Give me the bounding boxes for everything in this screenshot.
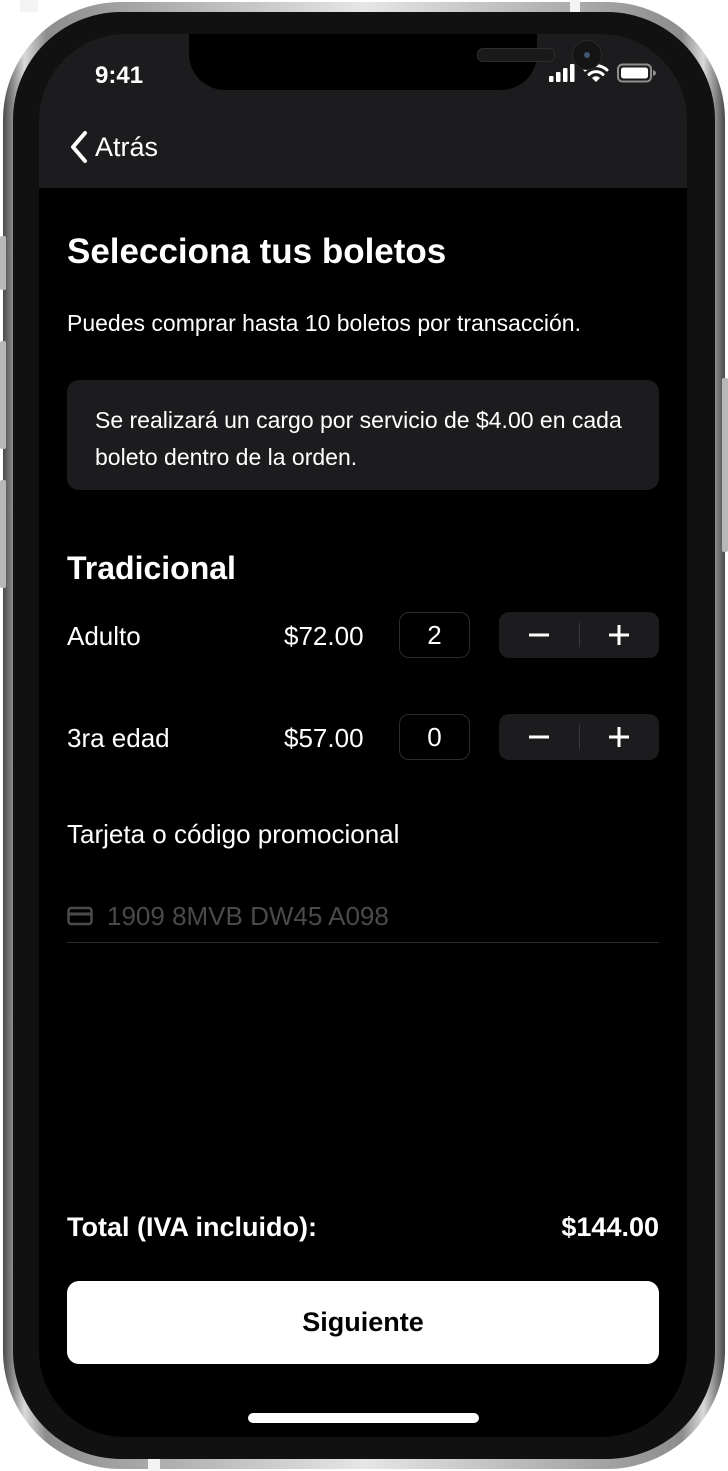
promo-label: Tarjeta o código promocional: [67, 819, 400, 849]
status-time: 9:41: [95, 62, 144, 89]
speaker-grille: [477, 48, 555, 62]
antenna-band: [570, 0, 580, 12]
promo-field: [67, 890, 659, 943]
volume-up-button: [0, 341, 6, 449]
quantity-stepper: [499, 612, 659, 658]
ticket-row-adult: Adulto $72.00 2: [67, 611, 659, 659]
plus-icon: [609, 625, 630, 645]
decrement-button[interactable]: [499, 714, 579, 760]
antenna-band: [148, 1459, 160, 1471]
plus-icon: [609, 727, 630, 747]
next-button[interactable]: Siguiente: [67, 1281, 659, 1364]
ticket-price: $57.00: [284, 723, 364, 753]
ticket-name: 3ra edad: [67, 723, 170, 753]
antenna-band: [20, 0, 38, 12]
battery-icon: [617, 63, 656, 83]
increment-button[interactable]: [580, 612, 660, 658]
front-camera: [572, 40, 602, 70]
status-icons: [549, 63, 657, 83]
increment-button[interactable]: [580, 714, 660, 760]
volume-down-button: [0, 480, 6, 588]
power-button: [722, 378, 728, 552]
back-label: Atrás: [95, 131, 159, 162]
ticket-row-senior: 3ra edad $57.00 0: [67, 713, 659, 761]
total-value: $144.00: [561, 1212, 659, 1242]
section-title: Tradicional: [67, 550, 236, 586]
minus-icon: [528, 633, 549, 637]
ticket-price: $72.00: [284, 621, 364, 651]
quantity-stepper: [499, 714, 659, 760]
notch: [189, 34, 602, 90]
screen: 9:41 Atrás Selecciona tus boletos Puedes…: [39, 34, 687, 1437]
ticket-quantity: 0: [399, 714, 470, 760]
home-indicator: [248, 1413, 479, 1423]
page-title: Selecciona tus boletos: [67, 232, 447, 271]
silent-switch: [0, 236, 6, 290]
promo-code-input[interactable]: [107, 900, 627, 932]
decrement-button[interactable]: [499, 612, 579, 658]
cellular-signal-icon: [549, 64, 575, 82]
ticket-name: Adulto: [67, 621, 141, 651]
minus-icon: [528, 735, 549, 739]
notice-text: Se realizará un cargo por servicio de $4…: [95, 407, 622, 470]
credit-card-icon: [67, 906, 93, 926]
ticket-quantity: 2: [399, 612, 470, 658]
chevron-left-icon: [71, 131, 87, 163]
next-button-label: Siguiente: [302, 1307, 424, 1337]
total-label: Total (IVA incluido):: [67, 1212, 317, 1242]
back-button[interactable]: Atrás: [69, 130, 158, 164]
page-subtitle: Puedes comprar hasta 10 boletos por tran…: [67, 310, 581, 336]
service-fee-notice: Se realizará un cargo por servicio de $4…: [67, 380, 659, 490]
